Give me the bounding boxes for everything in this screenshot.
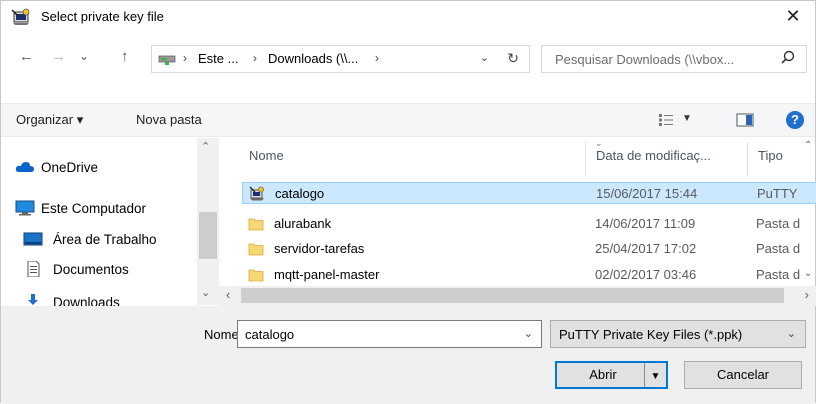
- view-dropdown-icon[interactable]: ▼: [682, 113, 692, 124]
- file-name: catalogo: [275, 186, 325, 201]
- search-box[interactable]: Pesquisar Downloads (\\vbox...: [541, 45, 807, 73]
- cancel-button[interactable]: Cancelar: [684, 361, 802, 389]
- navigation-bar: ← → ⌄ ↑ › Este ... › Downloads (\\... › …: [1, 42, 815, 76]
- scrollbar-thumb[interactable]: [241, 288, 784, 303]
- refresh-icon[interactable]: ↻: [507, 50, 519, 67]
- help-icon[interactable]: ?: [786, 111, 804, 129]
- file-dialog: Select private key file ✕ ← → ⌄ ↑ › Este…: [0, 0, 816, 404]
- nav-item-onedrive[interactable]: OneDrive: [41, 160, 98, 175]
- search-icon: [781, 50, 795, 64]
- file-type: Pasta d: [756, 241, 801, 256]
- command-bar: Organizar ▾ Nova pasta ▼ ?: [1, 103, 815, 137]
- open-button[interactable]: Abrir ▼: [555, 361, 668, 389]
- nav-item-area-de-trabalho[interactable]: Área de Trabalho: [53, 232, 157, 247]
- computer-icon: [15, 200, 35, 216]
- forward-arrow-icon[interactable]: →: [51, 48, 66, 65]
- dialog-footer: Nome: catalogo ⌄ PuTTY Private Key Files…: [1, 306, 815, 404]
- document-icon: [27, 261, 40, 277]
- putty-app-icon: [11, 8, 30, 25]
- file-date: 15/06/2017 15:44: [596, 186, 698, 201]
- scroll-down-icon[interactable]: ⌄: [804, 268, 812, 279]
- file-list: ⌄ Nome Data de modificaç... Tipo catalog…: [239, 138, 816, 286]
- window-title: Select private key file: [41, 9, 164, 24]
- back-arrow-icon[interactable]: ←: [19, 48, 34, 65]
- file-name-value: catalogo: [245, 327, 295, 342]
- change-view-icon[interactable]: [658, 113, 674, 127]
- scroll-up-icon[interactable]: ⌃: [201, 140, 210, 153]
- putty-key-icon: [249, 186, 264, 201]
- open-button-label: Abrir: [589, 367, 617, 382]
- file-name: alurabank: [274, 216, 332, 231]
- file-row-selected[interactable]: catalogo 15/06/2017 15:44 PuTTY: [242, 182, 816, 204]
- up-arrow-icon[interactable]: ↑: [121, 48, 129, 65]
- nav-item-documentos[interactable]: Documentos: [53, 262, 129, 277]
- breadcrumb-downloads[interactable]: Downloads (\\...: [268, 51, 358, 66]
- file-list-vertical-scrollbar[interactable]: ⌃ ⌄: [801, 138, 816, 286]
- organize-button[interactable]: Organizar ▾: [16, 112, 83, 128]
- column-header-name[interactable]: Nome: [249, 148, 284, 163]
- recent-locations-chevron-icon[interactable]: ⌄: [79, 49, 89, 63]
- network-drive-icon: [158, 55, 176, 65]
- scroll-up-icon[interactable]: ⌃: [804, 140, 812, 151]
- cloud-icon: [15, 162, 35, 172]
- file-name-input[interactable]: catalogo ⌄: [237, 320, 542, 348]
- scroll-left-icon[interactable]: ‹: [226, 287, 230, 302]
- breadcrumb-separator: ›: [183, 51, 187, 65]
- file-type-filter[interactable]: PuTTY Private Key Files (*.ppk) ⌄: [550, 320, 806, 348]
- address-dropdown-icon[interactable]: ⌄: [480, 51, 489, 64]
- breadcrumb-separator: ›: [253, 51, 257, 65]
- new-folder-button[interactable]: Nova pasta: [136, 112, 202, 127]
- close-icon[interactable]: ✕: [771, 1, 815, 32]
- breadcrumb-este[interactable]: Este ...: [198, 51, 238, 66]
- file-row[interactable]: mqtt-panel-master 02/02/2017 03:46 Pasta…: [242, 264, 816, 286]
- preview-pane-icon[interactable]: [736, 113, 754, 127]
- column-header-type[interactable]: Tipo: [758, 148, 783, 163]
- file-name: mqtt-panel-master: [274, 267, 380, 282]
- file-row[interactable]: alurabank 14/06/2017 11:09 Pasta d: [242, 213, 816, 235]
- chevron-down-icon[interactable]: ⌄: [524, 327, 533, 340]
- search-placeholder: Pesquisar Downloads (\\vbox...: [555, 52, 735, 67]
- chevron-down-icon[interactable]: ⌄: [787, 327, 796, 340]
- column-divider[interactable]: [747, 142, 748, 176]
- column-header-date[interactable]: Data de modificaç...: [596, 148, 711, 163]
- breadcrumb-separator[interactable]: ›: [375, 51, 379, 65]
- open-options-dropdown[interactable]: ▼: [644, 363, 666, 387]
- navigation-pane-scrollbar[interactable]: ⌃ ⌄: [197, 138, 219, 305]
- folder-icon: [248, 243, 264, 256]
- column-divider[interactable]: [585, 142, 586, 176]
- file-row[interactable]: servidor-tarefas 25/04/2017 17:02 Pasta …: [242, 238, 816, 260]
- title-bar: Select private key file ✕: [1, 1, 815, 32]
- nav-item-este-computador[interactable]: Este Computador: [41, 201, 146, 216]
- file-type-filter-value: PuTTY Private Key Files (*.ppk): [559, 327, 743, 342]
- navigation-pane: OneDrive Este Computador Área de Trabalh…: [1, 138, 219, 308]
- scroll-right-icon[interactable]: ›: [805, 287, 809, 302]
- file-name: servidor-tarefas: [274, 241, 365, 256]
- file-date: 14/06/2017 11:09: [595, 216, 696, 231]
- file-type: Pasta d: [756, 216, 801, 231]
- scrollbar-thumb[interactable]: [199, 212, 217, 259]
- caret-down-icon: ▼: [650, 371, 661, 382]
- folder-icon: [248, 269, 264, 282]
- file-list-horizontal-scrollbar[interactable]: ‹ ›: [219, 286, 816, 306]
- file-date: 02/02/2017 03:46: [595, 267, 697, 282]
- address-bar[interactable]: › Este ... › Downloads (\\... › ⌄ ↻: [151, 45, 530, 73]
- file-type: PuTTY: [757, 186, 798, 201]
- desktop-icon: [23, 232, 43, 246]
- file-date: 25/04/2017 17:02: [595, 241, 697, 256]
- file-type: Pasta d: [756, 267, 801, 282]
- folder-icon: [248, 218, 264, 231]
- scroll-down-icon[interactable]: ⌄: [201, 286, 210, 299]
